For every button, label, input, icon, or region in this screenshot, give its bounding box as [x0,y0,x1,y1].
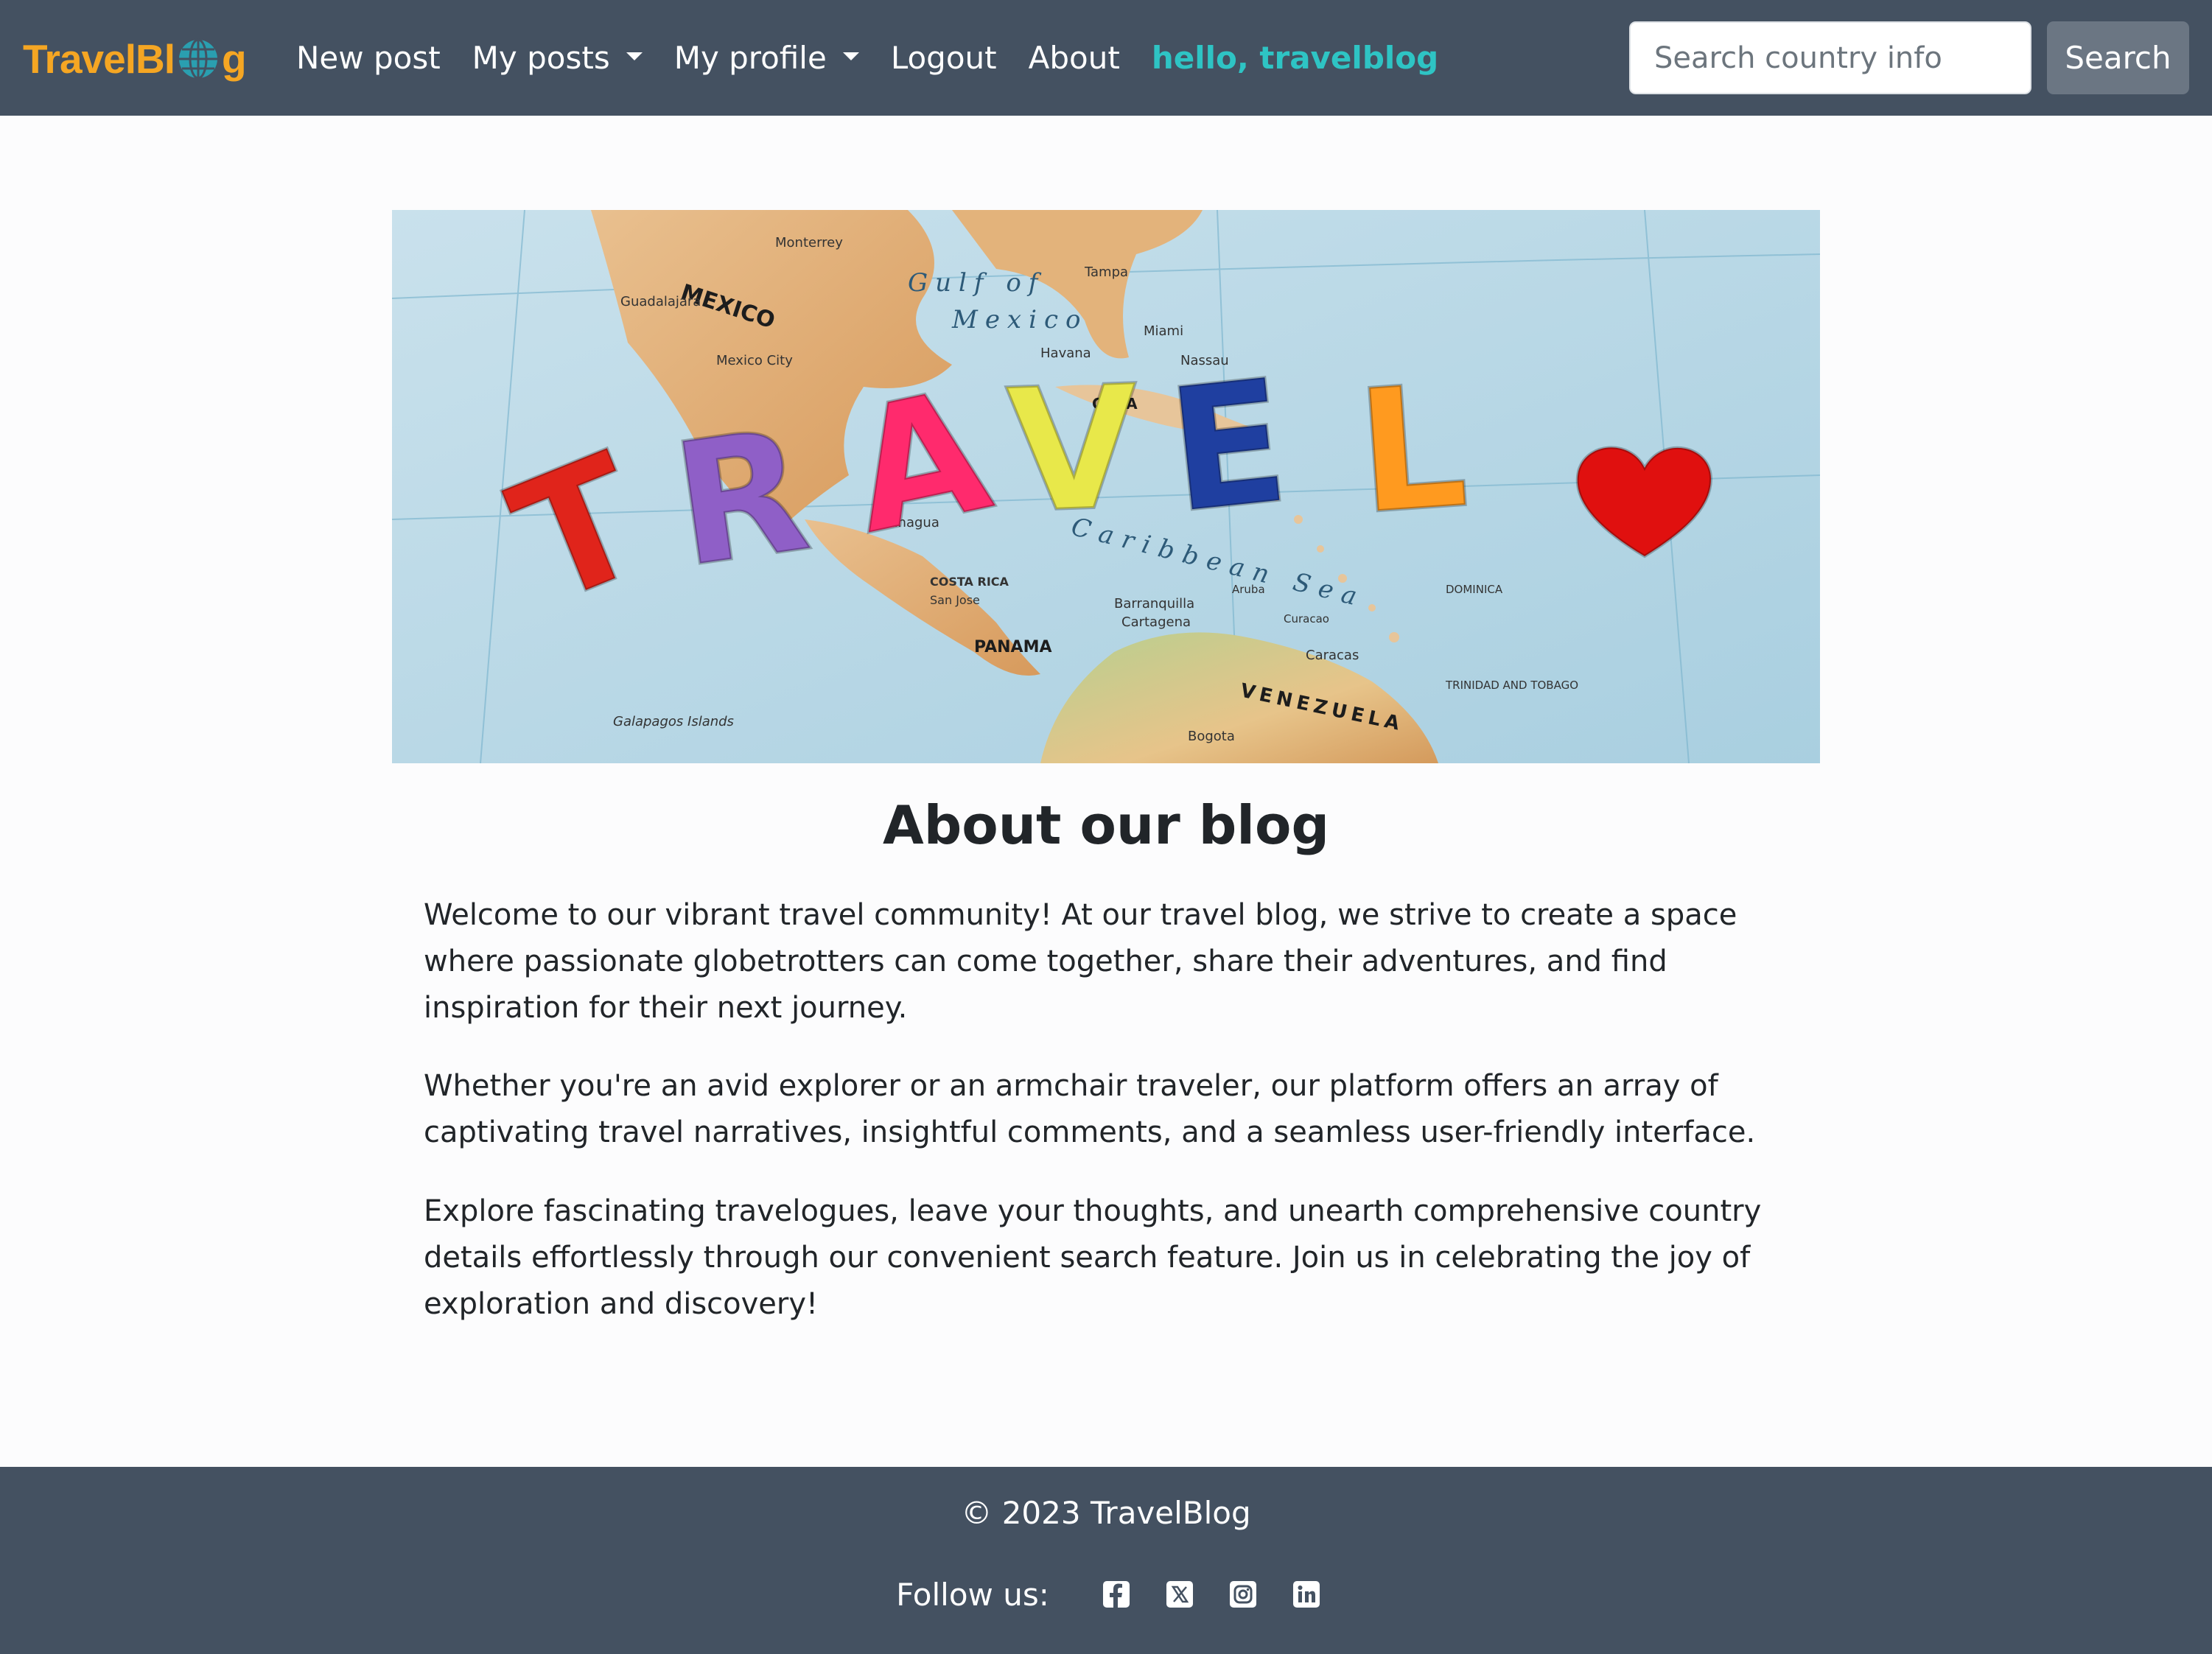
search-button[interactable]: Search [2047,21,2189,94]
map-label: Miami [1144,323,1183,339]
brand-text-end: g [222,36,247,82]
nav-my-posts-dropdown[interactable]: My posts [472,40,643,76]
nav-logout[interactable]: Logout [891,40,997,76]
map-label: COSTA RICA [930,575,1009,589]
map-illustration: Gulf of Mexico Caribbean Sea MEXICO VENE… [392,210,1820,763]
nav-link-label: New post [296,40,441,76]
caret-down-icon [842,52,859,60]
nav-link-label: My posts [472,40,610,76]
about-paragraph: Whether you're an avid explorer or an ar… [424,1069,1756,1149]
page-title: About our blog [883,794,1329,856]
search-country-input[interactable] [1629,21,2031,94]
brand-text-start: TravelBl [23,36,175,82]
user-greeting: hello, travelblog [1151,40,1439,76]
map-label: Monterrey [775,235,843,250]
map-label: DOMINICA [1446,583,1503,596]
map-label: Mexico City [716,353,793,368]
map-label: PANAMA [974,638,1052,656]
brand-logo[interactable]: TravelBl g [23,29,247,88]
about-paragraph: Welcome to our vibrant travel community!… [424,898,1737,1025]
map-label: Bogota [1188,729,1235,744]
nav-link-label: About [1028,40,1120,76]
social-follow: Follow us: [0,1572,2212,1616]
nav-new-post[interactable]: New post [296,40,441,76]
copyright-text: © 2023 TravelBlog [961,1495,1251,1531]
map-label: Gulf of [908,268,1045,298]
nav-my-profile-dropdown[interactable]: My profile [674,40,859,76]
instagram-icon[interactable] [1228,1580,1258,1609]
map-label: Caracas [1306,648,1359,663]
globe-icon [176,37,220,81]
map-label: TRINIDAD AND TOBAGO [1445,679,1578,692]
map-label: Curacao [1284,612,1329,625]
page-footer: © 2023 TravelBlog Follow us: [0,1467,2212,1654]
map-label: Cartagena [1121,614,1191,630]
follow-us-label: Follow us: [896,1576,1049,1613]
travel-letter: L [1351,348,1473,553]
about-paragraph: Explore fascinating travelogues, leave y… [424,1194,1762,1321]
nav-link-label: My profile [673,40,827,76]
caret-down-icon [626,52,643,60]
map-label: Guadalajara [620,294,701,309]
hero-travel-map-image: Gulf of Mexico Caribbean Sea MEXICO VENE… [392,210,1820,763]
travel-letter: V [1004,350,1142,551]
map-label: Barranquilla [1114,596,1194,612]
map-label: Galapagos Islands [613,714,734,729]
top-navbar: TravelBl g New post My posts My profile … [0,0,2212,116]
nav-link-label: Logout [890,40,997,76]
linkedin-icon[interactable] [1292,1580,1321,1609]
map-label: Mexico [951,305,1088,334]
map-label: Aruba [1232,583,1265,596]
facebook-icon[interactable] [1102,1580,1131,1609]
map-label: San Jose [930,593,980,607]
travel-letter: E [1161,343,1296,551]
travel-letter: R [663,393,820,606]
nav-about[interactable]: About [1029,40,1120,76]
x-twitter-icon[interactable] [1165,1580,1194,1609]
nav-links: New post My posts My profile Logout Abou… [296,0,1438,116]
map-label: Tampa [1084,264,1128,280]
